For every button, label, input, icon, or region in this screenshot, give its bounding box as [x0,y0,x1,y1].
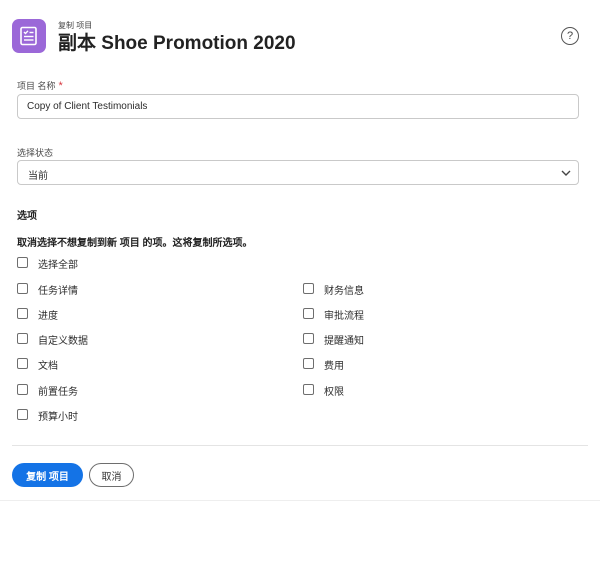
checkbox-box[interactable] [17,333,28,344]
required-asterisk: * [58,80,63,92]
checkbox-label: 自定义数据 [38,336,88,347]
status-select-value: 当前 [28,171,48,182]
checkbox-box[interactable] [303,283,314,294]
project-name-label: 项目 名称 * [17,79,63,92]
checkbox-label: 前置任务 [38,387,78,398]
options-title: 选项 [17,211,37,222]
checkbox-label: 审批流程 [324,311,364,322]
checkbox-box[interactable] [17,283,28,294]
checkbox-box[interactable] [303,308,314,319]
status-select[interactable]: 当前 [17,160,579,185]
checkbox-box[interactable] [303,333,314,344]
checkbox-label: 选择全部 [38,260,78,271]
footer-divider [12,445,588,446]
checkbox-label: 权限 [324,387,344,398]
checkbox-label: 财务信息 [324,286,364,297]
checkbox-label: 提醒通知 [324,336,364,347]
checkbox-box[interactable] [303,358,314,369]
help-icon[interactable]: ? [561,27,579,45]
checkbox-box[interactable] [303,384,314,395]
checkbox-label: 进度 [38,311,58,322]
status-label: 选择状态 [17,148,54,158]
checklist-icon [12,19,46,53]
checkbox-label: 费用 [324,361,344,372]
copy-project-button[interactable]: 复制 项目 [12,463,83,487]
dialog-bottom-edge [0,500,600,501]
checkbox-box[interactable] [17,384,28,395]
dialog-header: 复制 项目 副本 Shoe Promotion 2020 ? [12,16,588,56]
checkbox-label: 文档 [38,361,58,372]
project-name-label-text: 项目 名称 [17,81,56,91]
checkbox-box[interactable] [17,358,28,369]
options-instruction: 取消选择不想复制到新 项目 的项。这将复制所选项。 [17,238,253,249]
checkbox-label: 预算小时 [38,412,78,423]
checkbox-box[interactable] [17,257,28,268]
checkbox-box[interactable] [17,308,28,319]
dialog-title: 副本 Shoe Promotion 2020 [58,33,296,54]
checkbox-box[interactable] [17,409,28,420]
cancel-button[interactable]: 取消 [89,463,134,487]
checkbox-label: 任务详情 [38,286,78,297]
project-name-input[interactable] [17,94,579,119]
chevron-down-icon [561,170,571,176]
